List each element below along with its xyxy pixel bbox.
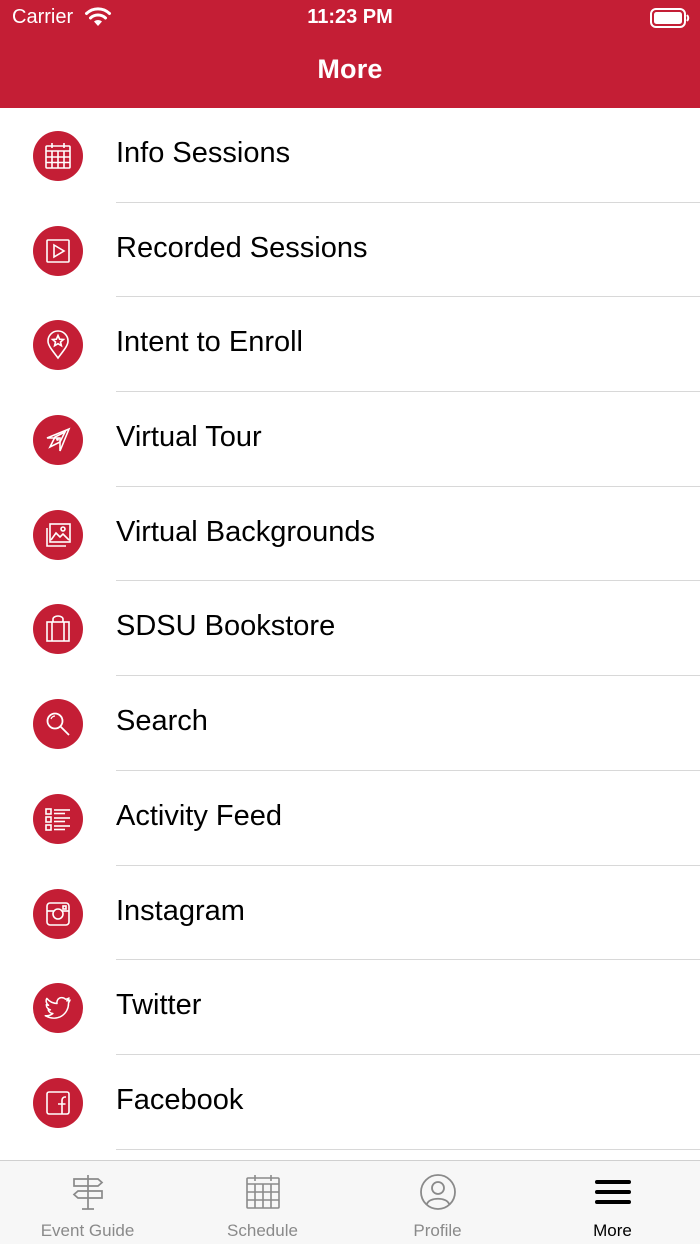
tab-bar: Event Guide Schedule Profile More <box>0 1160 700 1244</box>
menu-item-label: Virtual Backgrounds <box>116 515 376 548</box>
menu-item-facebook[interactable]: Facebook <box>0 1055 700 1150</box>
profile-icon <box>419 1174 456 1210</box>
menu-item-label: Info Sessions <box>116 137 291 169</box>
menu-item-instagram[interactable]: Instagram <box>0 866 700 961</box>
status-bar: Carrier 11:23 PM <box>0 0 700 36</box>
menu-item-recorded-sessions[interactable]: Recorded Sessions <box>0 203 700 298</box>
menu-item-label: Activity Feed <box>116 799 282 832</box>
menu-item-virtual-tour[interactable]: Virtual Tour <box>0 392 700 487</box>
menu-item-label: Twitter <box>116 989 202 1022</box>
tab-label: Schedule <box>227 1221 298 1240</box>
menu-item-intent-to-enroll[interactable]: Intent to Enroll <box>0 297 700 393</box>
instagram-icon <box>33 888 83 939</box>
row-divider <box>116 1148 700 1150</box>
signpost-icon <box>72 1175 103 1210</box>
menu-item-label: Intent to Enroll <box>116 326 303 359</box>
tab-label: Profile <box>413 1221 462 1240</box>
search-icon <box>33 699 83 750</box>
status-time: 11:23 PM <box>307 6 393 28</box>
images-icon <box>33 509 83 560</box>
map-pin-star-icon <box>33 320 83 371</box>
tab-label: Event Guide <box>40 1221 135 1240</box>
calendar-icon <box>245 1175 280 1209</box>
menu-item-virtual-backgrounds[interactable]: Virtual Backgrounds <box>0 487 700 582</box>
page-title: More <box>317 54 383 84</box>
twitter-icon <box>33 983 83 1034</box>
menu-item-label: SDSU Bookstore <box>116 610 336 643</box>
menu-item-sdsu-bookstore[interactable]: SDSU Bookstore <box>0 581 700 677</box>
menu-item-label: Facebook <box>116 1083 244 1116</box>
calendar-icon <box>33 131 83 181</box>
menu-item-search[interactable]: Search <box>0 676 700 771</box>
play-icon <box>33 225 83 276</box>
tab-schedule[interactable]: Schedule <box>175 1161 350 1244</box>
menu-item-label: Recorded Sessions <box>116 231 368 264</box>
app-header: Carrier 11:23 PM More <box>0 0 700 108</box>
tab-label: More <box>593 1221 632 1240</box>
more-menu-list: Info Sessions Recorded Sessions Intent t… <box>0 108 700 1160</box>
tab-more[interactable]: More <box>525 1161 700 1244</box>
menu-item-activity-feed[interactable]: Activity Feed <box>0 771 700 866</box>
menu-item-label: Search <box>116 705 208 738</box>
menu-item-twitter[interactable]: Twitter <box>0 960 700 1055</box>
tab-profile[interactable]: Profile <box>350 1161 525 1244</box>
list-icon <box>33 793 83 844</box>
menu-item-label: Instagram <box>116 894 245 927</box>
tab-event-guide[interactable]: Event Guide <box>0 1161 175 1244</box>
hamburger-menu-icon <box>594 1180 631 1204</box>
menu-item-label: Virtual Tour <box>116 421 262 454</box>
battery-icon <box>650 8 690 28</box>
compass-icon <box>33 415 83 466</box>
facebook-icon <box>33 1077 83 1128</box>
menu-item-info-sessions[interactable]: Info Sessions <box>0 108 700 203</box>
shopping-bag-icon <box>33 604 83 655</box>
